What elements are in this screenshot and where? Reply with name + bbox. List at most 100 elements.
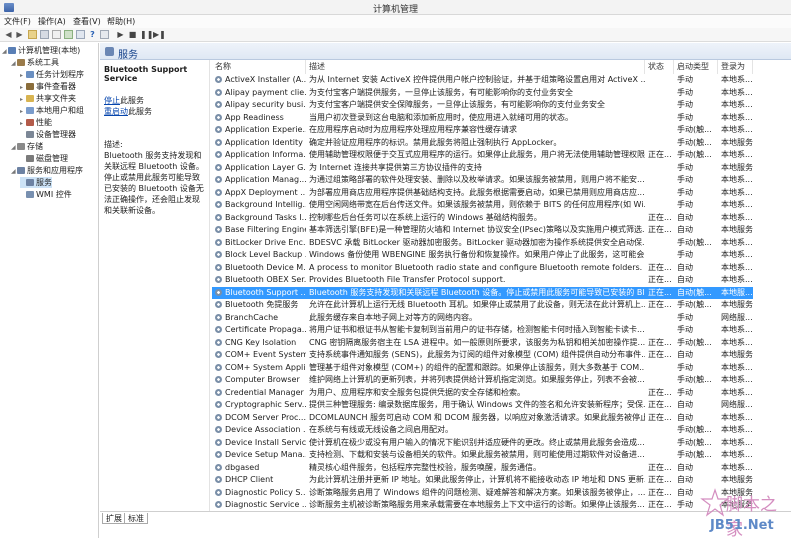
service-row[interactable]: Computer Browser 维护网络上计算机的更新列表，并将列表提供给计算机… <box>212 374 753 387</box>
service-row[interactable]: Bluetooth OBEX Ser... Provides Bluetooth … <box>212 274 753 287</box>
tree-item[interactable]: 服务 <box>20 177 52 188</box>
service-row[interactable]: COM+ System Appli... 管理基于组件对象模型 (COM+) 的组… <box>212 362 753 375</box>
service-row[interactable]: BitLocker Drive Enc... BDESVC 承载 BitLocke… <box>212 237 753 250</box>
forward-icon[interactable]: ▶ <box>15 30 24 39</box>
service-row[interactable]: Diagnostic Policy S... 诊断策略服务启用了 Windows … <box>212 487 753 500</box>
service-row[interactable]: DCOM Server Proc... DCOMLAUNCH 服务可启动 COM … <box>212 412 753 425</box>
menu-view[interactable]: 查看(V) <box>73 16 101 27</box>
show-hide-tree-icon[interactable] <box>40 30 49 39</box>
tab-standard[interactable]: 标准 <box>124 513 148 524</box>
service-startup-cell: 手动 <box>677 362 693 372</box>
service-logon-cell: 本地系... <box>721 250 753 259</box>
stop-service-suffix: 此服务 <box>120 96 144 105</box>
tree-item[interactable]: 磁盘管理 <box>20 153 68 164</box>
service-row[interactable]: Background Tasks I... 控制哪些后台任务可以在系统上运行的 W… <box>212 212 753 225</box>
services-header: 服务 <box>100 43 791 61</box>
service-row[interactable]: COM+ Event System 支持系统事件通知服务 (SENS)，此服务为订… <box>212 349 753 362</box>
service-status-cell: 正在... <box>648 275 672 284</box>
console-icon[interactable] <box>100 30 109 39</box>
service-row[interactable]: Application Identity 确定并验证应用程序的标识。禁用此服务将阻… <box>212 137 753 150</box>
service-startup-cell: 自动 <box>677 350 693 359</box>
storage-icon <box>17 143 25 150</box>
tree-item[interactable]: ▸ 任务计划程序 <box>20 69 84 80</box>
service-row[interactable]: DHCP Client 为此计算机注册并更新 IP 地址。如果此服务停止，计算机将… <box>212 474 753 487</box>
service-row[interactable]: BranchCache 此服务缓存来自本地子网上对等方的网络内容。 手动 网络服... <box>212 312 753 325</box>
menu-action[interactable]: 操作(A) <box>38 16 66 27</box>
gear-icon <box>215 176 222 183</box>
export-list-icon[interactable] <box>76 30 85 39</box>
service-row[interactable]: Base Filtering Engine 基本筛选引擎(BFE)是一种管理防火墙… <box>212 224 753 237</box>
service-row[interactable]: Credential Manager 为用户、应用程序和安全服务包提供凭据的安全存… <box>212 387 753 400</box>
column-header-name[interactable]: 名称 <box>212 60 306 74</box>
service-row[interactable]: Diagnostic Service ... 诊断服务主机被诊断策略服务用来承载需… <box>212 499 753 512</box>
service-row[interactable]: Application Manag... 为通过组策略部署的软件处理安装、删除以及… <box>212 174 753 187</box>
service-row[interactable]: Device Association ... 在系统与有线或无线设备之间启用配对。… <box>212 424 753 437</box>
service-row[interactable]: Device Install Service 使计算机在极少或没有用户输入的情况下… <box>212 437 753 450</box>
service-name-cell: Computer Browser <box>212 374 306 387</box>
column-header-status[interactable]: 状态 <box>645 60 674 74</box>
tree-item[interactable]: ▸ 共享文件夹 <box>20 93 76 104</box>
back-icon[interactable]: ◀ <box>4 30 13 39</box>
stop-service-icon[interactable]: ■ <box>128 30 137 39</box>
service-row[interactable]: Application Informa... 使用辅助管理权限便于交互式应用程序的… <box>212 149 753 162</box>
tree-item[interactable]: ◢ 服务和应用程序 <box>11 165 83 176</box>
column-header-description[interactable]: 描述 <box>306 60 645 74</box>
service-row[interactable]: Background Intellig... 使用空闲网络带宽在后台传送文件。如果… <box>212 199 753 212</box>
tree-item[interactable]: ◢ 存储 <box>11 141 43 152</box>
service-name-cell: Application Identity <box>212 137 306 150</box>
gear-icon <box>215 138 222 146</box>
service-row[interactable]: ActiveX Installer (A... 为从 Internet 安装 Ac… <box>212 74 753 87</box>
service-row[interactable]: Certificate Propaga... 将用户证书和根证书从智能卡复制到当前… <box>212 324 753 337</box>
restart-service-icon[interactable]: ▶❚ <box>153 30 166 39</box>
service-row[interactable]: Application Layer G... 为 Internet 连接共享提供第… <box>212 162 753 175</box>
stop-service-link[interactable]: 停止 <box>104 95 120 106</box>
service-row[interactable]: Bluetooth Support ... Bluetooth 服务支持发现和关联… <box>212 286 753 299</box>
menu-help[interactable]: 帮助(H) <box>107 16 135 27</box>
tree-item[interactable]: ▸ 事件查看器 <box>20 81 76 92</box>
tree-item[interactable]: 设备管理器 <box>20 129 76 140</box>
refresh-icon[interactable] <box>64 30 73 39</box>
service-name-cell: Application Experie... <box>212 124 306 137</box>
help-icon[interactable]: ? <box>88 30 97 39</box>
properties-icon[interactable] <box>52 30 61 39</box>
tree-item[interactable]: ▸ 本地用户和组 <box>20 105 84 116</box>
service-logon-cell: 本地系... <box>721 237 753 247</box>
column-header-startup-type[interactable]: 启动类型 <box>674 60 718 74</box>
service-name-text: BitLocker Drive Enc... <box>225 237 306 247</box>
tree-item[interactable]: ▸ 性能 <box>20 117 52 128</box>
pause-service-icon[interactable]: ❚❚ <box>140 30 153 39</box>
service-startup-cell: 手动 <box>677 75 693 84</box>
gear-icon <box>215 188 222 196</box>
restart-service-link[interactable]: 重启动 <box>104 106 128 117</box>
service-name-cell: Device Setup Mana... <box>212 449 306 462</box>
service-row[interactable]: App Readiness 当用户初次登录到这台电脑和添加新应用时，使应用进入就绪… <box>212 112 753 125</box>
tree-item[interactable]: ◢ 计算机管理(本地) <box>2 45 80 56</box>
up-folder-icon[interactable] <box>28 30 37 39</box>
service-row[interactable]: Application Experie... 在应用程序启动时为应用程序处理应用程… <box>212 124 753 137</box>
service-startup-cell: 手动(触... <box>677 150 712 159</box>
tree-item[interactable]: ◢ 系统工具 <box>11 57 59 68</box>
service-name-cell: Application Informa... <box>212 149 306 162</box>
service-startup-cell: 手动(触... <box>677 125 712 134</box>
service-row[interactable]: Device Setup Mana... 支持检测、下载和安装与设备相关的软件。如… <box>212 449 753 462</box>
tree-item-label: 本地用户和组 <box>36 106 84 115</box>
service-row[interactable]: Bluetooth 免提服务 允许在此计算机上运行无线 Bluetooth 耳机。… <box>212 299 753 312</box>
toolbar: ◀ ▶ ? ▶ ■ ❚❚ ▶❚ <box>0 28 791 42</box>
tree-item[interactable]: WMI 控件 <box>20 189 72 200</box>
start-service-icon[interactable]: ▶ <box>116 30 125 39</box>
service-row[interactable]: dbgased 精灵核心组件服务，包括程序完整性校验，服务唤醒，服务通信。 正在..… <box>212 462 753 475</box>
tree-item-label: 设备管理器 <box>36 130 76 139</box>
service-row[interactable]: Alipay payment clie... 为支付宝客户端提供服务，一旦停止该服… <box>212 87 753 100</box>
tab-extended[interactable]: 扩展 <box>102 513 126 524</box>
column-header-logon-as[interactable]: 登录为 <box>718 60 753 74</box>
service-row[interactable]: CNG Key Isolation CNG 密钥隔离服务宿主在 LSA 进程中。如… <box>212 337 753 350</box>
service-name-text: DHCP Client <box>225 475 274 484</box>
service-row[interactable]: Alipay security busi... 为支付宝客户端提供安全保障服务，一… <box>212 99 753 112</box>
service-row[interactable]: Cryptographic Serv... 提供三种管理服务: 编录数据库服务，用… <box>212 399 753 412</box>
service-row[interactable]: Bluetooth Device M... A process to monito… <box>212 262 753 275</box>
service-desc-cell: 允许在此计算机上运行无线 Bluetooth 耳机。如果停止或禁用了此设备，则无… <box>309 300 645 309</box>
menu-file[interactable]: 文件(F) <box>4 16 31 27</box>
service-name-cell: Base Filtering Engine <box>212 224 306 237</box>
service-row[interactable]: Block Level Backup ... Windows 备份使用 WBENG… <box>212 249 753 262</box>
service-row[interactable]: AppX Deployment ... 为部署应用商店应用程序提供基础结构支持。此… <box>212 187 753 200</box>
